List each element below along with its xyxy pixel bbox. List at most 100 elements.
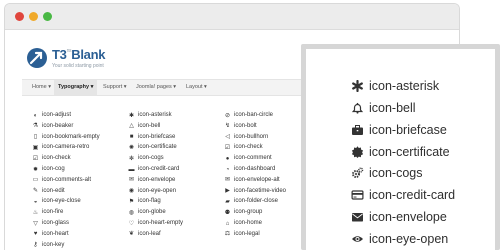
leaf-icon: ❦ [128, 231, 135, 238]
grid-item-label: icon-envelope [138, 176, 176, 183]
grid-item-label: icon-home [234, 220, 263, 226]
grid-item-glass: ▽ icon-glass [32, 219, 69, 228]
eye-icon [351, 233, 364, 245]
grid-item-home: ⌂ icon-home [224, 219, 262, 228]
zoom-panel: icon-asterisk icon-bell icon-briefcase i… [301, 44, 500, 250]
grid-item-credit-card: ▬ icon-credit-card [128, 165, 180, 174]
grid-item-eye-open: ◉ icon-eye-open [128, 187, 176, 196]
grid-item-label: icon-bullhorn [234, 133, 269, 140]
zoom-item-cogs: icon-cogs [351, 165, 423, 181]
asterisk-icon [351, 80, 364, 92]
grid-item-label: icon-fire [42, 209, 64, 216]
grid-item-group: ⚉ icon-group [224, 208, 263, 217]
grid-item-cog: ✹ icon-cog [32, 165, 65, 174]
grid-item-label: icon-edit [42, 187, 65, 194]
grid-item-asterisk: ✱ icon-asterisk [128, 111, 172, 120]
grid-item-briefcase: ■ icon-briefcase [128, 133, 176, 142]
zoom-item-bell: icon-bell [351, 100, 416, 116]
beaker-icon: ⚗ [32, 123, 39, 130]
certificate-icon [351, 146, 364, 158]
bookmark-empty-icon: ▯ [33, 134, 38, 141]
grid-item-label: icon-camera-retro [42, 144, 90, 151]
maximize-window-button[interactable] [43, 12, 52, 21]
cog-icon: ✹ [32, 166, 39, 173]
grid-item-facetime-video: ▶ icon-facetime-video [224, 187, 286, 196]
site-logo[interactable]: T3nsBlank [52, 47, 105, 62]
zoom-panel-content: icon-asterisk icon-bell icon-briefcase i… [306, 49, 495, 250]
grid-item-envelope: ✉ icon-envelope [128, 176, 175, 185]
grid-item-beaker: ⚗ icon-beaker [32, 122, 74, 131]
fire-icon: ♨ [32, 209, 39, 216]
briefcase-icon: ■ [129, 134, 134, 141]
grid-item-eye-close: ◒ icon-eye-close [32, 197, 81, 206]
grid-item-fire: ♨ icon-fire [32, 208, 64, 217]
nav-item-home[interactable]: Home ▾ [28, 80, 55, 95]
grid-item-label: icon-legal [234, 230, 260, 237]
envelope-alt-icon: ✉ [224, 177, 231, 184]
nav-item-support[interactable]: Support ▾ [99, 80, 131, 95]
bolt-icon: ↯ [224, 123, 231, 130]
grid-item-label: icon-leaf [138, 230, 161, 237]
flag-icon: ⚑ [128, 198, 135, 205]
envelope-icon: ✉ [128, 177, 135, 184]
facetime-video-icon: ▶ [225, 188, 230, 195]
home-icon: ⌂ [225, 220, 230, 227]
grid-item-camera-retro: ▣ icon-camera-retro [32, 143, 90, 152]
grid-item-label: icon-folder-close [234, 198, 279, 205]
bell-icon [351, 102, 364, 114]
grid-item-label: icon-glass [42, 220, 70, 226]
comments-alt-icon: ▭ [32, 177, 39, 184]
credit-card-icon [351, 189, 364, 201]
bell-icon: △ [129, 123, 134, 130]
comment-icon: ● [225, 155, 230, 162]
zoom-item-envelope: icon-envelope [351, 209, 447, 225]
close-window-button[interactable] [15, 12, 24, 21]
nav-item-joomla-pages[interactable]: Joomla! pages ▾ [132, 80, 180, 95]
grid-item-cogs: ✻ icon-cogs [128, 154, 164, 163]
grid-item-label: icon-check [42, 155, 71, 162]
grid-item-label: icon-key [42, 241, 65, 248]
grid-item-label: icon-comments-alt [42, 176, 92, 183]
grid-item-comments-alt: ▭ icon-comments-alt [32, 176, 91, 185]
minimize-window-button[interactable] [29, 12, 38, 21]
group-icon: ⚉ [224, 209, 231, 216]
dashboard-icon: ◔ [225, 166, 230, 173]
envelope-icon [351, 211, 364, 223]
grid-item-bookmark-empty: ▯ icon-bookmark-empty [32, 133, 100, 142]
edit-icon: ✎ [32, 188, 39, 195]
zoom-item-asterisk: icon-asterisk [351, 78, 439, 94]
heart-icon: ♥ [33, 231, 38, 238]
heart-empty-icon: ♡ [128, 220, 135, 227]
nav-item-typography[interactable]: Typography ▾ [54, 80, 98, 95]
grid-item-key: ⚷ icon-key [32, 241, 64, 250]
zoom-item-briefcase: icon-briefcase [351, 122, 447, 138]
grid-item-bell: △ icon-bell [128, 122, 160, 131]
grid-item-label: icon-beaker [42, 122, 74, 129]
grid-item-dashboard: ◔ icon-dashboard [224, 165, 276, 174]
grid-item-globe: ◍ icon-globe [128, 208, 166, 217]
grid-item-label: icon-bookmark-empty [42, 133, 100, 140]
grid-item-bullhorn: ◁ icon-bullhorn [224, 133, 268, 142]
key-icon: ⚷ [33, 242, 38, 249]
grid-item-label: icon-adjust [42, 112, 72, 118]
glass-icon: ▽ [33, 220, 38, 227]
grid-item-label: icon-flag [138, 198, 161, 205]
globe-icon: ◍ [128, 209, 135, 216]
bullhorn-icon: ◁ [225, 134, 230, 141]
grid-item-comment: ● icon-comment [224, 154, 272, 163]
grid-item-label: icon-eye-close [42, 198, 81, 205]
site-tagline: Your solid starting point [52, 63, 104, 69]
grid-item-label: icon-ban-circle [234, 112, 274, 118]
grid-item-label: icon-globe [138, 209, 166, 216]
check-icon: ☑ [32, 155, 39, 162]
grid-item-label: icon-asterisk [138, 112, 172, 118]
folder-close-icon: ▰ [225, 198, 230, 205]
check-icon: ☑ [224, 144, 231, 151]
grid-item-label: icon-bolt [234, 122, 257, 129]
grid-item-label: icon-heart [42, 230, 69, 237]
nav-item-layout[interactable]: Layout ▾ [182, 80, 211, 95]
asterisk-icon: ✱ [128, 112, 135, 119]
grid-item-envelope-alt: ✉ icon-envelope-alt [224, 176, 280, 185]
grid-item-label: icon-check [234, 144, 263, 151]
zoom-item-credit-card: icon-credit-card [351, 187, 455, 203]
